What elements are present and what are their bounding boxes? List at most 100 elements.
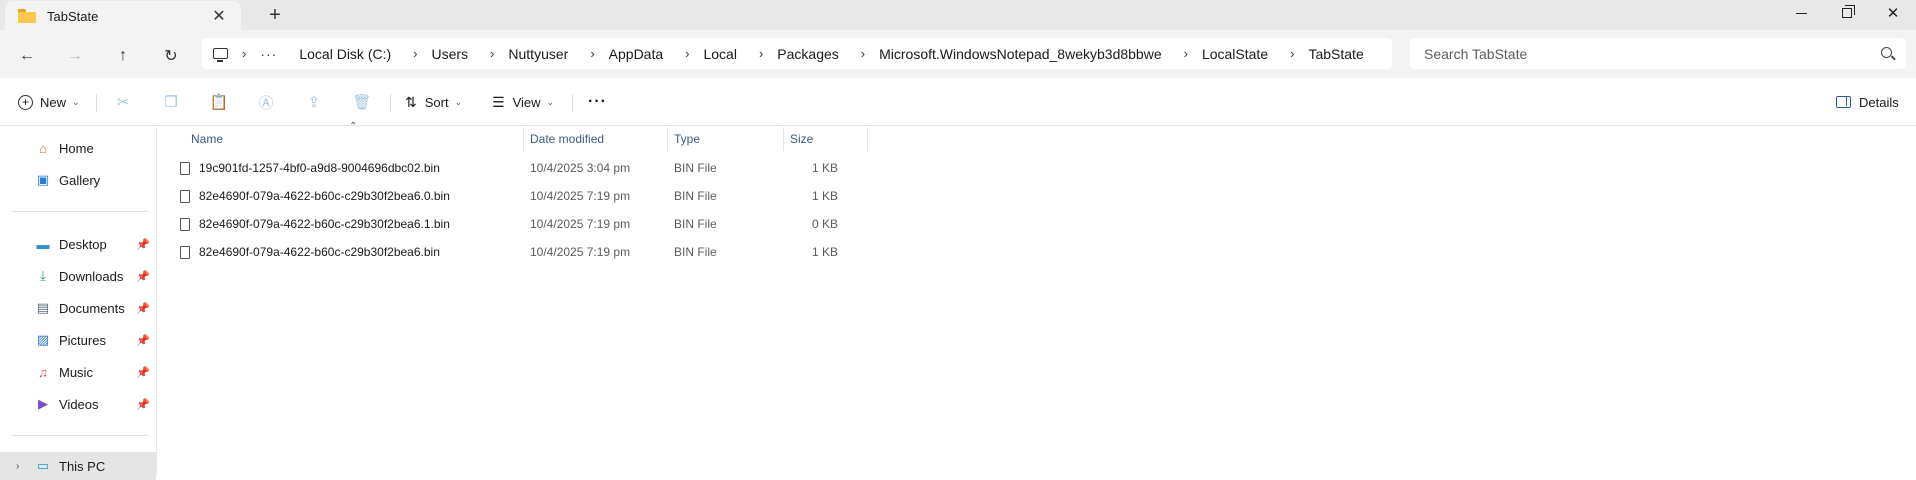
breadcrumb-item[interactable]: Local Disk (C:) xyxy=(299,46,391,62)
forward-button[interactable]: → xyxy=(61,42,89,70)
sort-button[interactable]: ⇅ Sort ⌄ xyxy=(405,88,462,116)
sidebar-item-this-pc[interactable]: › ▭ This PC xyxy=(0,452,156,480)
details-pane-icon xyxy=(1836,96,1851,108)
chevron-right-icon[interactable]: › xyxy=(16,461,19,472)
breadcrumb-item[interactable]: Local xyxy=(703,46,736,62)
paste-icon[interactable]: 📋 xyxy=(209,92,229,112)
refresh-button[interactable]: ↻ xyxy=(157,42,185,70)
sidebar-item-pictures[interactable]: ▨ Pictures 📌 xyxy=(0,326,156,354)
pin-icon[interactable]: 📌 xyxy=(136,398,150,411)
breadcrumb-item[interactable]: Users xyxy=(431,46,468,62)
file-type: BIN File xyxy=(674,217,717,231)
column-header-size[interactable]: Size xyxy=(790,127,850,151)
chevron-right-icon[interactable]: › xyxy=(685,46,689,61)
breadcrumb-item[interactable]: Packages xyxy=(777,46,838,62)
column-header-name[interactable]: Name xyxy=(191,127,521,151)
chevron-down-icon: ⌄ xyxy=(454,96,463,107)
search-icon[interactable] xyxy=(1881,47,1892,58)
cut-icon[interactable]: ✂ xyxy=(113,92,133,112)
column-divider[interactable] xyxy=(867,127,868,151)
sidebar-item-documents[interactable]: ▤ Documents 📌 xyxy=(0,294,156,322)
rename-icon[interactable]: Ⓐ xyxy=(256,92,276,112)
arrow-up-icon: ↑ xyxy=(119,47,127,64)
sidebar-item-gallery[interactable]: ▣ Gallery xyxy=(0,166,156,194)
sidebar-divider xyxy=(11,211,148,212)
column-divider[interactable] xyxy=(667,127,668,151)
chevron-right-icon[interactable]: › xyxy=(242,46,246,61)
chevron-right-icon[interactable]: › xyxy=(490,46,494,61)
pin-icon[interactable]: 📌 xyxy=(136,302,150,315)
chevron-down-icon: ⌄ xyxy=(72,96,80,107)
chevron-right-icon[interactable]: › xyxy=(590,46,594,61)
search-box[interactable] xyxy=(1410,38,1906,69)
folder-icon xyxy=(18,9,36,23)
close-window-button[interactable]: ✕ xyxy=(1870,0,1916,26)
breadcrumb-item[interactable]: Nuttyuser xyxy=(508,46,568,62)
delete-icon[interactable]: 🗑 xyxy=(352,92,372,112)
file-row[interactable]: 82e4690f-079a-4622-b60c-c29b30f2bea6.0.b… xyxy=(178,183,1028,209)
pin-icon[interactable]: 📌 xyxy=(136,238,150,251)
back-button[interactable]: ← xyxy=(13,42,41,70)
see-more-button[interactable]: ··· xyxy=(588,88,607,116)
file-row[interactable]: 19c901fd-1257-4bf0-a9d8-9004696dbc02.bin… xyxy=(178,155,1028,181)
sidebar-item-desktop[interactable]: ▬ Desktop 📌 xyxy=(0,230,156,258)
file-size: 1 KB xyxy=(811,189,838,203)
file-type: BIN File xyxy=(674,161,717,175)
breadcrumb-overflow[interactable]: ··· xyxy=(260,46,277,62)
breadcrumb-item-current[interactable]: TabState xyxy=(1308,46,1363,62)
videos-icon: ▶ xyxy=(38,396,48,411)
sidebar-item-label: Documents xyxy=(59,300,125,316)
tab-tabstate[interactable]: TabState ✕ xyxy=(5,1,241,31)
file-row[interactable]: 82e4690f-079a-4622-b60c-c29b30f2bea6.bin… xyxy=(178,239,1028,265)
sidebar-item-music[interactable]: ♫ Music 📌 xyxy=(0,358,156,386)
breadcrumb[interactable]: › ··· Local Disk (C:) › Users › Nuttyuse… xyxy=(202,38,1392,69)
column-header-date-modified[interactable]: Date modified xyxy=(530,127,660,151)
refresh-icon: ↻ xyxy=(164,48,178,65)
chevron-down-icon: ⌄ xyxy=(546,96,555,107)
copy-icon[interactable]: ❐ xyxy=(161,92,181,112)
sidebar-item-downloads[interactable]: ⤓ Downloads 📌 xyxy=(0,262,156,290)
chevron-right-icon[interactable]: › xyxy=(759,46,763,61)
restore-button[interactable] xyxy=(1824,0,1870,26)
minimize-button[interactable] xyxy=(1778,0,1824,26)
sidebar-item-videos[interactable]: ▶ Videos 📌 xyxy=(0,390,156,418)
breadcrumb-item[interactable]: AppData xyxy=(609,46,663,62)
column-divider[interactable] xyxy=(523,127,524,151)
breadcrumb-item[interactable]: LocalState xyxy=(1202,46,1268,62)
computer-icon[interactable] xyxy=(213,48,228,62)
chevron-right-icon[interactable]: › xyxy=(1184,46,1188,61)
sidebar-item-label: Home xyxy=(59,140,94,156)
column-divider[interactable] xyxy=(783,127,784,151)
chevron-right-icon[interactable]: › xyxy=(861,46,865,61)
navigation-pane: ⌂ Home ▣ Gallery ▬ Desktop 📌 ⤓ Downloads… xyxy=(0,127,157,480)
share-icon[interactable]: ⇪ xyxy=(304,92,324,112)
home-icon: ⌂ xyxy=(39,140,47,156)
view-button[interactable]: ☰ View ⌄ xyxy=(492,88,554,116)
minimize-icon xyxy=(1795,12,1807,14)
new-tab-button[interactable]: + xyxy=(260,3,290,27)
file-date-modified: 10/4/2025 7:19 pm xyxy=(530,189,631,203)
arrow-right-icon: → xyxy=(67,47,83,64)
chevron-right-icon[interactable]: › xyxy=(1290,46,1294,61)
sidebar-item-label: Pictures xyxy=(59,332,106,348)
pin-icon[interactable]: 📌 xyxy=(136,366,150,379)
tab-title: TabState xyxy=(47,8,99,24)
sidebar-item-home[interactable]: ⌂ Home xyxy=(0,134,156,162)
window-controls: ✕ xyxy=(1778,0,1916,26)
chevron-right-icon[interactable]: › xyxy=(413,46,417,61)
arrow-left-icon: ← xyxy=(19,47,35,64)
details-pane-button[interactable]: Details xyxy=(1836,88,1899,116)
file-row[interactable]: 82e4690f-079a-4622-b60c-c29b30f2bea6.1.b… xyxy=(178,211,1028,237)
file-date-modified: 10/4/2025 7:19 pm xyxy=(530,245,631,259)
breadcrumb-item[interactable]: Microsoft.WindowsNotepad_8wekyb3d8bbwe xyxy=(879,46,1161,62)
close-tab-icon[interactable]: ✕ xyxy=(205,4,233,28)
column-header-type[interactable]: Type xyxy=(674,127,774,151)
new-button[interactable]: + New ⌄ xyxy=(18,88,80,116)
pin-icon[interactable]: 📌 xyxy=(136,270,150,283)
search-input[interactable] xyxy=(1424,45,1864,62)
pin-icon[interactable]: 📌 xyxy=(136,334,150,347)
up-button[interactable]: ↑ xyxy=(109,42,137,70)
pictures-icon: ▨ xyxy=(36,332,50,347)
file-name: 82e4690f-079a-4622-b60c-c29b30f2bea6.0.b… xyxy=(199,189,450,203)
documents-icon: ▤ xyxy=(36,300,50,315)
